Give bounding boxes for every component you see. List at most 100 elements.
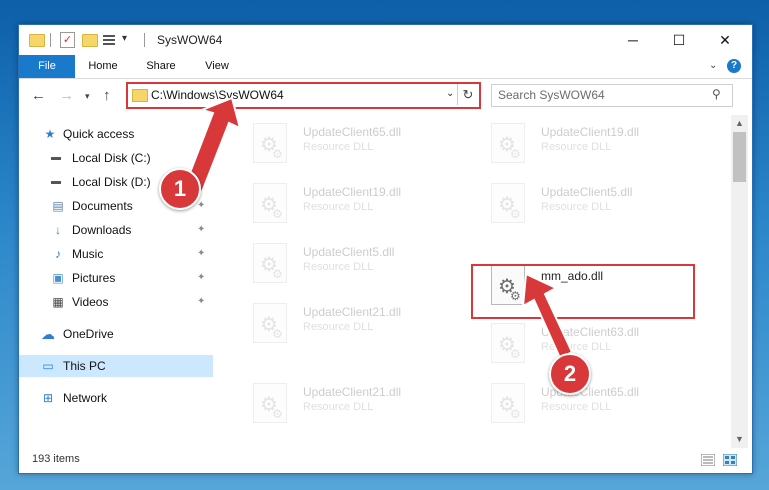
navigation-pane: ★ Quick access ▬ Local Disk (C:) ✦ ▬ Loc… [19,115,213,448]
file-name: UpdateClient5.dll [541,185,633,199]
maximize-button[interactable]: ☐ [656,25,702,55]
large-icons-view-icon[interactable] [723,454,737,466]
address-dropdown-icon[interactable]: ⌄ [446,88,454,99]
file-list: ⚙ ⚙ UpdateClient65.dll Resource DLL ⚙ ⚙ Up… [213,115,731,448]
file-type: Resource DLL [303,321,374,333]
recent-locations-icon[interactable]: ▾ [85,91,90,102]
list-item[interactable]: ⚙ ⚙ UpdateClient65.dll Resource DLL [233,115,453,167]
address-bar[interactable]: C:\Windows\SysWOW64 ⌄ [126,82,481,109]
file-type: Resource DLL [541,341,612,353]
search-icon[interactable]: ⚲ [712,87,721,101]
window-title: SysWOW64 [157,33,223,47]
dll-file-icon: ⚙ ⚙ [491,383,525,423]
close-button[interactable]: ✕ [702,25,748,55]
file-name: UpdateClient65.dll [303,125,402,139]
sidebar-item-local-disk-c[interactable]: ▬ Local Disk (C:) ✦ [19,147,213,169]
highlight-box [471,264,695,319]
sidebar-item-label: Local Disk (D:) [72,175,151,189]
address-row: ← → ▾ ↑ C:\Windows\SysWOW64 ⌄ ↻ ⚲ [19,79,752,115]
tab-share[interactable]: Share [139,55,183,78]
sidebar-item-music[interactable]: ♪ Music ✦ [19,243,213,265]
explorer-window: ✓ ▾ SysWOW64 ─ ☐ ✕ File Home Share View … [18,24,753,474]
sidebar-item-label: Pictures [72,271,116,285]
folder-icon [132,89,148,102]
tab-file[interactable]: File [19,55,75,78]
step-2-badge: 2 [549,353,591,395]
new-folder-icon[interactable] [82,34,98,47]
item-count: 193 items [32,453,80,465]
file-type: Resource DLL [303,401,374,413]
sidebar-item-label: Network [63,391,108,405]
sidebar-item-label: OneDrive [63,327,114,341]
list-item[interactable]: ⚙ ⚙ UpdateClient19.dll Resource DLL [233,175,453,227]
scroll-up-icon[interactable]: ▲ [731,115,748,132]
minimize-button[interactable]: ─ [610,25,656,55]
step-1-badge: 1 [159,168,201,210]
document-icon: ▤ [52,199,64,213]
status-bar: 193 items [19,448,752,473]
sidebar-item-label: This PC [63,359,106,373]
sidebar-item-label: Local Disk (C:) [72,151,151,165]
file-name: UpdateClient19.dll [303,185,402,199]
back-arrow-icon[interactable]: ← [31,87,46,104]
list-item[interactable]: ⚙ ⚙ UpdateClient21.dll Resource DLL [233,375,453,427]
quick-access-menu-icon[interactable] [103,33,117,46]
file-name: UpdateClient21.dll [303,385,402,399]
refresh-icon[interactable]: ↻ [457,84,478,105]
dll-file-icon: ⚙ ⚙ [253,303,287,343]
details-view-icon[interactable] [701,454,715,466]
help-icon[interactable]: ? [727,59,741,73]
sidebar-item-downloads[interactable]: ↓ Downloads ✦ [19,219,213,241]
sidebar-item-label: Quick access [63,127,135,141]
sidebar-item-network[interactable]: ⊞ Network [19,387,213,409]
ribbon-tabs: File Home Share View ⌄ ? [19,55,752,79]
search-input[interactable] [498,87,703,103]
sidebar-item-videos[interactable]: ▦ Videos ✦ [19,291,213,313]
address-path[interactable]: C:\Windows\SysWOW64 [151,88,284,102]
sidebar-item-onedrive[interactable]: ☁ OneDrive [19,323,213,345]
customize-toolbar-icon[interactable]: ▾ [122,33,127,49]
scroll-thumb[interactable] [733,132,746,182]
sidebar-item-quick-access[interactable]: ★ Quick access [19,123,213,145]
file-type: Resource DLL [303,261,374,273]
expand-ribbon-icon[interactable]: ⌄ [709,60,717,71]
pin-icon[interactable]: ✦ [197,291,205,313]
divider [50,33,51,47]
vertical-scrollbar[interactable]: ▲ ▼ [731,115,748,448]
sidebar-item-label: Documents [72,199,133,213]
sidebar-item-this-pc[interactable]: ▭ This PC [19,355,213,377]
list-item[interactable]: ⚙ ⚙ UpdateClient5.dll Resource DLL [471,175,691,227]
dll-file-icon: ⚙ ⚙ [253,183,287,223]
forward-arrow-icon[interactable]: → [59,87,74,104]
dll-file-icon: ⚙ ⚙ [253,383,287,423]
file-type: Resource DLL [303,141,374,153]
cloud-icon: ☁ [41,326,55,342]
tab-view[interactable]: View [197,55,237,78]
star-icon: ★ [44,127,56,141]
file-name: UpdateClient5.dll [303,245,395,259]
up-arrow-icon[interactable]: ↑ [103,87,111,104]
file-type: Resource DLL [541,401,612,413]
scroll-down-icon[interactable]: ▼ [731,431,748,448]
video-icon: ▦ [52,295,64,309]
divider [144,33,145,47]
list-item[interactable]: ⚙ ⚙ UpdateClient21.dll Resource DLL [233,295,453,347]
properties-check-icon[interactable]: ✓ [60,32,75,48]
dll-file-icon: ⚙ ⚙ [491,323,525,363]
pin-icon[interactable]: ✦ [197,267,205,289]
list-item[interactable]: ⚙ ⚙ UpdateClient19.dll Resource DLL [471,115,691,167]
sidebar-item-label: Music [72,247,104,261]
pin-icon[interactable]: ✦ [197,147,205,169]
pin-icon[interactable]: ✦ [197,243,205,265]
pin-icon[interactable]: ✦ [197,219,205,241]
list-item[interactable]: ⚙ ⚙ UpdateClient5.dll Resource DLL [233,235,453,287]
dll-file-icon: ⚙ ⚙ [491,123,525,163]
sidebar-item-label: Videos [72,295,109,309]
sidebar-item-pictures[interactable]: ▣ Pictures ✦ [19,267,213,289]
search-box[interactable]: ⚲ [491,84,733,107]
drive-icon: ▬ [51,152,61,163]
music-icon: ♪ [55,247,61,261]
title-bar: ✓ ▾ SysWOW64 ─ ☐ ✕ [19,25,752,55]
file-name: UpdateClient63.dll [541,325,640,339]
tab-home[interactable]: Home [81,55,125,78]
